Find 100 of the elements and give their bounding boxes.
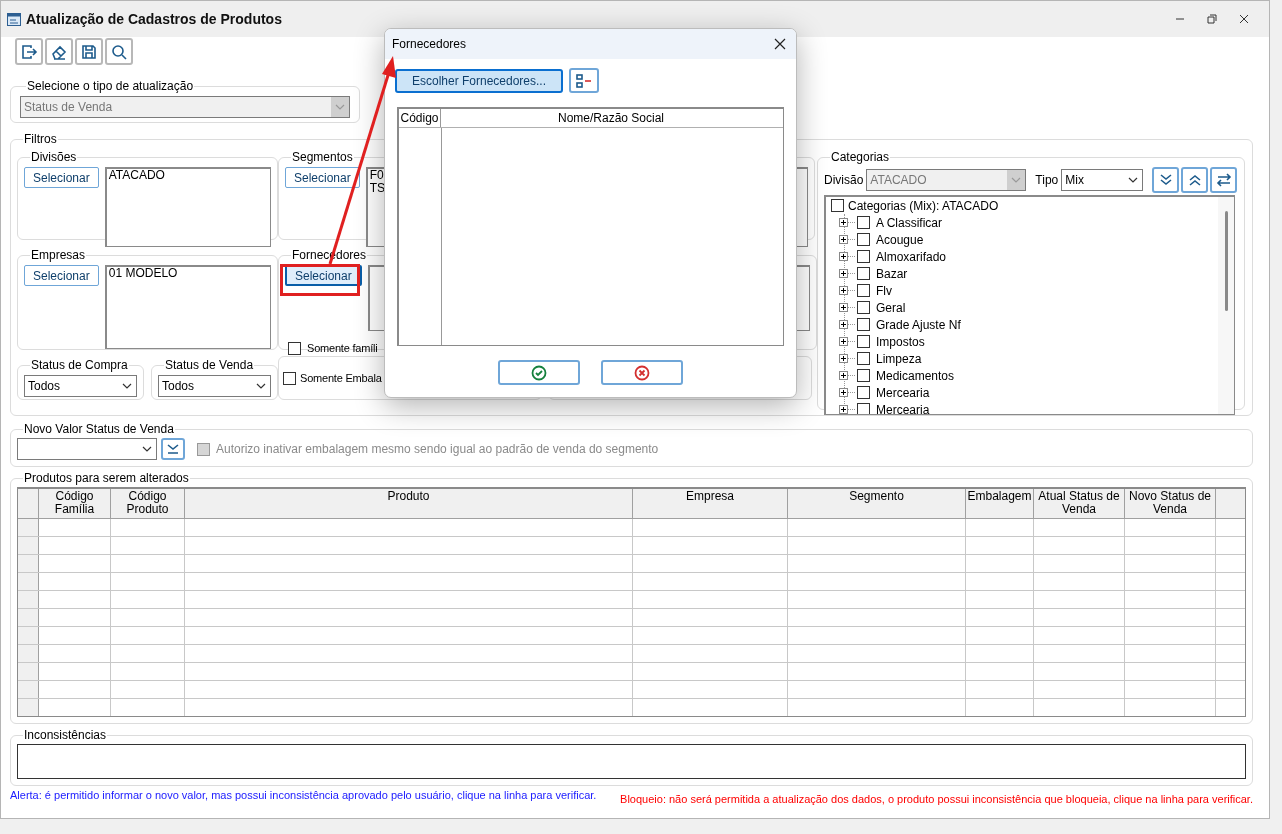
tree-item[interactable]: A Classificar [876, 213, 943, 232]
x-circle-icon [634, 364, 650, 381]
checkbox[interactable] [857, 284, 870, 297]
dropdown-value: ATACADO [870, 174, 927, 186]
group-label: Selecione o tipo de atualização [26, 79, 195, 93]
icon-button[interactable] [1210, 167, 1238, 193]
tree-item[interactable]: Impostos [876, 332, 925, 351]
dropdown[interactable]: Todos [24, 375, 137, 397]
plus-box-icon[interactable] [839, 354, 848, 363]
column-header[interactable]: Código Família [39, 489, 111, 518]
column-header[interactable]: Código Produto [111, 489, 185, 518]
icon-button[interactable] [1152, 167, 1180, 193]
check-circle-icon [531, 364, 547, 381]
select-button[interactable]: Selecionar [24, 265, 99, 286]
plus-box-icon[interactable] [839, 388, 848, 397]
plus-box-icon[interactable] [839, 303, 848, 312]
list-remove-icon [575, 72, 593, 89]
checkbox-label: Somente famíli [307, 341, 378, 356]
tree-item[interactable]: Categorias (Mix): ATACADO [848, 197, 999, 215]
checkbox[interactable] [857, 403, 870, 414]
chevron-down-bar-icon [166, 443, 180, 455]
icon-button[interactable] [569, 68, 599, 93]
caret-icon [255, 381, 267, 391]
dropdown[interactable]: Mix [1061, 169, 1144, 191]
maximize-icon[interactable] [1207, 14, 1217, 24]
column-header[interactable]: Nome/Razão Social [441, 109, 781, 127]
toolbar-button[interactable] [15, 38, 43, 65]
checkbox[interactable] [857, 369, 870, 382]
plus-box-icon[interactable] [839, 337, 848, 346]
checkbox[interactable] [857, 267, 870, 280]
checkbox[interactable] [288, 341, 301, 355]
scrollbar-thumb[interactable] [1224, 211, 1228, 311]
confirm-button[interactable] [498, 360, 580, 385]
group-label: Inconsistências [23, 728, 108, 742]
cancel-button[interactable] [601, 360, 683, 385]
column-header[interactable]: Embalagem [966, 489, 1034, 518]
form-icon [7, 12, 21, 26]
toolbar-button[interactable] [105, 38, 133, 65]
alert-text: Bloqueio: não será permitida a atualização dos dados, o produto possui inconsistência que bloqueia, clique na linha para verificar. [620, 792, 1253, 807]
tree-item[interactable]: Limpeza [876, 349, 922, 368]
group-label: Segmentos [291, 150, 354, 164]
icon-button[interactable] [161, 438, 185, 460]
search-icon [110, 42, 128, 61]
column-header[interactable]: Empresa [633, 489, 788, 518]
dropdown-value: Todos [162, 380, 195, 392]
checkbox[interactable] [857, 386, 870, 399]
checkbox[interactable] [857, 301, 870, 314]
plus-box-icon[interactable] [839, 405, 848, 414]
save-icon [80, 42, 98, 61]
dropdown[interactable]: Todos [158, 375, 271, 397]
column-header[interactable]: Código [399, 109, 441, 127]
tree-item[interactable]: Mercearia [876, 383, 930, 402]
checkbox[interactable] [857, 233, 870, 246]
tree-item[interactable]: Geral [876, 298, 906, 317]
checkbox[interactable] [831, 199, 844, 212]
tree-item[interactable]: Mercearia [876, 400, 930, 414]
select-button[interactable]: Selecionar [285, 167, 360, 188]
close-icon[interactable] [1239, 14, 1249, 24]
tree-item[interactable]: Flv [876, 281, 892, 300]
toolbar-button[interactable] [45, 38, 73, 65]
column-header[interactable]: Novo Status de Venda [1125, 489, 1216, 518]
column-header[interactable]: Atual Status de Venda [1034, 489, 1125, 518]
icon-button[interactable] [1181, 167, 1209, 193]
plus-box-icon[interactable] [839, 286, 848, 295]
column-header[interactable]: Segmento [788, 489, 966, 518]
checkbox-label: Somente Embala [300, 370, 382, 386]
list-item[interactable]: ATACADO [108, 169, 270, 182]
checkbox[interactable] [857, 335, 870, 348]
column-header[interactable]: Produto [185, 489, 633, 518]
group-label: Status de Compra [30, 358, 129, 372]
checkbox[interactable] [857, 352, 870, 365]
dropdown[interactable] [17, 438, 157, 460]
plus-box-icon[interactable] [839, 269, 848, 278]
tree-item[interactable]: Acougue [876, 230, 924, 249]
tree-item[interactable]: Grade Ajuste Nf [876, 315, 961, 334]
caret-icon [334, 102, 346, 112]
checkbox-label: Autorizo inativar embalagem mesmo sendo igual ao padrão de venda do segmento [216, 441, 659, 458]
plus-box-icon[interactable] [839, 252, 848, 261]
group-label: Novo Valor Status de Venda [23, 422, 175, 436]
plus-box-icon[interactable] [839, 218, 848, 227]
group-label: Categorias [830, 150, 891, 164]
tree-item[interactable]: Bazar [876, 264, 908, 283]
choose-button[interactable]: Escolher Fornecedores... [395, 68, 563, 93]
checkbox[interactable] [857, 250, 870, 263]
checkbox[interactable] [857, 318, 870, 331]
list-item[interactable]: 01 MODELO [108, 267, 270, 280]
tree-item[interactable]: Medicamentos [876, 366, 955, 385]
checkbox[interactable] [283, 371, 296, 385]
dropdown-value: Mix [1065, 174, 1084, 186]
plus-box-icon[interactable] [839, 320, 848, 329]
toolbar-button[interactable] [75, 38, 103, 65]
text-area[interactable] [17, 744, 1246, 779]
select-button[interactable]: Selecionar [24, 167, 99, 188]
tree-item[interactable]: Almoxarifado [876, 247, 947, 266]
checkbox[interactable] [857, 216, 870, 229]
plus-box-icon[interactable] [839, 235, 848, 244]
caret-icon [121, 381, 133, 391]
close-icon[interactable] [774, 38, 786, 50]
dropdown[interactable]: ATACADO [866, 169, 1027, 191]
plus-box-icon[interactable] [839, 371, 848, 380]
